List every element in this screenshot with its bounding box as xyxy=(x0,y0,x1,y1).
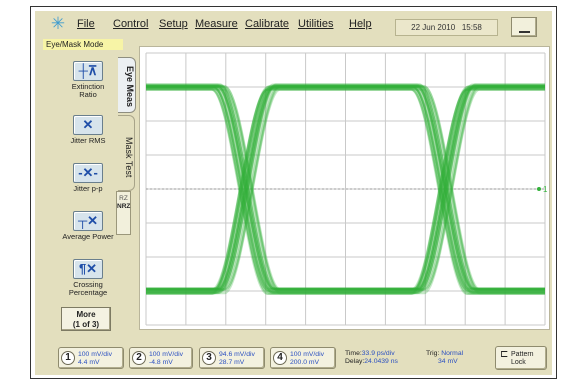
channel-1-scale: 100 mV/div xyxy=(78,351,113,358)
pattern-lock-icon: ⊏ xyxy=(500,349,509,360)
channel-2-scale: 100 mV/div xyxy=(149,351,184,358)
delay-value: 24.0439 ns xyxy=(364,358,398,365)
channel-4-offset: 200.0 mV xyxy=(290,359,320,366)
channel-4-number: 4 xyxy=(273,351,287,365)
average-power-label: Average Power xyxy=(62,232,114,241)
average-power-button[interactable]: ┬✕ Average Power xyxy=(62,211,114,241)
jitter-pp-label: Jitter p-p xyxy=(73,184,103,193)
starburst-icon[interactable]: ✳ xyxy=(49,15,67,33)
lock-label: Lock xyxy=(511,359,526,366)
channel-2-offset: -4.8 mV xyxy=(149,359,173,366)
timebase-readout[interactable]: Time:33.9 ps/div Delay:24.0439 ns xyxy=(342,347,414,369)
channel-3-button[interactable]: 3 94.6 mV/div 28.7 mV xyxy=(199,347,265,369)
more-page-label: (1 of 3) xyxy=(72,320,100,329)
channel-1-offset: 4.4 mV xyxy=(78,359,100,366)
crossing-percentage-button[interactable]: ¶✕ Crossing Percentage xyxy=(62,259,114,297)
more-button[interactable]: More (1 of 3) xyxy=(61,307,111,331)
trigger-mode: Normal xyxy=(441,350,464,357)
menu-utilities[interactable]: Utilities xyxy=(298,18,333,30)
channel-3-scale: 94.6 mV/div xyxy=(219,351,255,358)
pattern-lock-button[interactable]: ⊏ Pattern Lock xyxy=(495,346,547,370)
tab-eye-meas[interactable]: Eye Meas xyxy=(118,57,136,113)
eye-diagram: 1 xyxy=(145,52,548,326)
jitter-pp-icon: -✕- xyxy=(73,163,103,183)
menu-measure[interactable]: Measure xyxy=(195,18,238,30)
channel-4-scale: 100 mV/div xyxy=(290,351,325,358)
time-label: Time: xyxy=(345,350,362,357)
scope-display[interactable]: 1 xyxy=(139,46,550,330)
channel-3-offset: 28.7 mV xyxy=(219,359,245,366)
channel-marker-dot xyxy=(537,187,541,191)
minimize-button[interactable] xyxy=(511,17,537,37)
menu-calibrate[interactable]: Calibrate xyxy=(245,18,289,30)
status-bar: 1 100 mV/div 4.4 mV 2 100 mV/div -4.8 mV… xyxy=(35,341,552,375)
extinction-ratio-button[interactable]: ┼⊼ Extinction Ratio xyxy=(62,61,114,99)
menu-file[interactable]: File xyxy=(77,18,95,30)
jitter-rms-label: Jitter RMS xyxy=(70,136,106,145)
more-label: More xyxy=(76,310,96,319)
jitter-rms-button[interactable]: ✕ Jitter RMS xyxy=(62,115,114,145)
scope-window: ✳ File Control Setup Measure Calibrate U… xyxy=(35,11,552,375)
menu-setup[interactable]: Setup xyxy=(159,18,188,30)
channel-1-number: 1 xyxy=(61,351,75,365)
tab-mask-test[interactable]: Mask Test xyxy=(118,115,135,191)
format-nrz[interactable]: NRZ xyxy=(117,203,130,211)
extinction-ratio-icon: ┼⊼ xyxy=(73,61,103,81)
channel-marker: 1 xyxy=(543,185,548,194)
minimize-icon xyxy=(519,31,530,33)
time-text: 15:58 xyxy=(461,23,482,32)
crossing-percentage-label: Crossing Percentage xyxy=(68,280,108,297)
crossing-percentage-icon: ¶✕ xyxy=(73,259,103,279)
menu-help[interactable]: Help xyxy=(349,18,372,30)
trigger-readout[interactable]: Trig: Normal 34 mV xyxy=(423,347,483,369)
format-rz[interactable]: RZ xyxy=(117,195,130,203)
average-power-icon: ┬✕ xyxy=(73,211,103,231)
delay-label: Delay: xyxy=(345,358,365,365)
jitter-rms-icon: ✕ xyxy=(73,115,103,135)
jitter-pp-button[interactable]: -✕- Jitter p-p xyxy=(62,163,114,193)
format-selector[interactable]: RZ NRZ xyxy=(116,191,131,235)
channel-4-button[interactable]: 4 100 mV/div 200.0 mV xyxy=(270,347,336,369)
channel-2-button[interactable]: 2 100 mV/div -4.8 mV xyxy=(129,347,193,369)
trigger-level: 34 mV xyxy=(438,358,458,365)
mode-label: Eye/Mask Mode xyxy=(43,39,123,50)
clock-display: 22 Jun 2010 15:58 xyxy=(395,19,498,36)
channel-3-number: 3 xyxy=(202,351,216,365)
pattern-label: Pattern xyxy=(511,351,534,358)
menu-bar: ✳ File Control Setup Measure Calibrate U… xyxy=(35,11,552,41)
extinction-ratio-label: Extinction Ratio xyxy=(71,82,105,99)
date-text: 22 Jun 2010 xyxy=(411,23,456,32)
measurement-panel: ┼⊼ Extinction Ratio ✕ Jitter RMS -✕- Jit… xyxy=(58,51,120,333)
menu-control[interactable]: Control xyxy=(113,18,148,30)
time-value: 33.9 ps/div xyxy=(361,350,395,357)
channel-1-button[interactable]: 1 100 mV/div 4.4 mV xyxy=(58,347,124,369)
channel-2-number: 2 xyxy=(132,351,146,365)
trigger-label: Trig: xyxy=(426,350,440,357)
